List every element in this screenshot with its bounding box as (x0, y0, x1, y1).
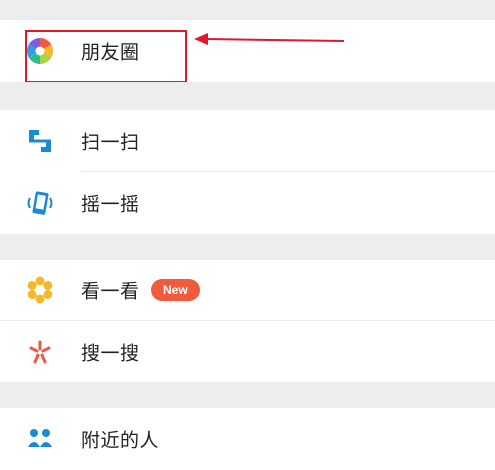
new-badge: New (151, 279, 200, 301)
menu-item-people-nearby[interactable]: 附近的人 (0, 408, 495, 470)
top-stories-icon (25, 275, 55, 305)
scan-icon (25, 126, 55, 156)
menu-item-search[interactable]: 搜一搜 (0, 321, 495, 382)
shake-phone-icon (25, 188, 55, 218)
section-gap (0, 234, 495, 260)
menu-item-label: 附近的人 (81, 429, 160, 452)
menu-item-label: 摇一摇 (81, 193, 140, 216)
section-gap (0, 0, 495, 20)
people-nearby-icon (25, 424, 55, 454)
menu-item-scan[interactable]: 扫一扫 (0, 110, 495, 172)
menu-item-label: 看一看 (81, 280, 140, 303)
annotation-highlight-box (25, 30, 187, 83)
menu-item-label: 扫一扫 (81, 131, 140, 154)
menu-item-shake[interactable]: 摇一摇 (0, 172, 495, 234)
section-gap (0, 82, 495, 110)
annotation-arrow-icon (194, 33, 345, 45)
menu-item-label: 搜一搜 (81, 342, 140, 364)
section-gap (0, 382, 495, 408)
menu-item-top-stories[interactable]: 看一看 New (0, 260, 495, 320)
search-star-icon (25, 337, 55, 367)
